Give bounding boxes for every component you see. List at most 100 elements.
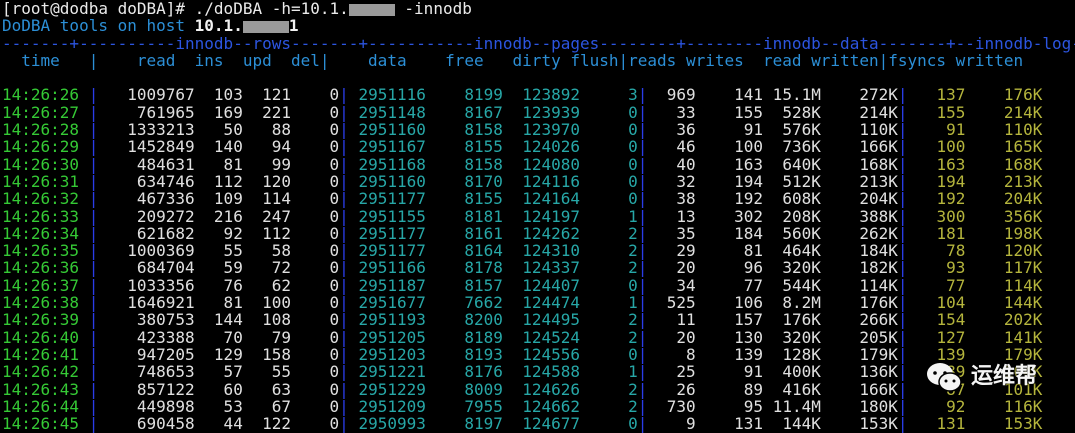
column-separator: |	[79, 85, 99, 105]
cell-written: 356K	[965, 206, 1043, 226]
cell-writes: 81	[695, 241, 764, 261]
cell-written: 184K	[820, 241, 898, 261]
cell-read: 528K	[763, 102, 821, 122]
column-separator: |	[79, 379, 99, 399]
cell-written: 168K	[965, 154, 1043, 174]
cell-data: 2951177	[348, 189, 426, 209]
cell-writes: 192	[695, 189, 764, 209]
cell-written: 266K	[820, 310, 898, 330]
cell-written: 141K	[965, 327, 1043, 347]
terminal-window[interactable]: [root@dodba doDBA]# ./doDBA -h=10.1. -in…	[2, 0, 1075, 433]
cell-upd: 120	[242, 171, 291, 191]
cell-del: 0	[291, 275, 340, 295]
column-separator: |	[897, 327, 908, 347]
cell-free: 8158	[425, 154, 503, 174]
table-row: 14:26:28 | 1333213 50 88 0| 2951160 8158…	[2, 121, 1073, 138]
column-separator: |	[79, 275, 99, 295]
cell-ins: 92	[194, 223, 243, 243]
cell-fsyncs: 154	[907, 310, 966, 330]
table-row: 14:26:36 | 684704 59 72 0| 2951166 8178 …	[2, 259, 1073, 276]
column-separator: |	[79, 102, 99, 122]
column-separator: |	[897, 362, 908, 382]
cell-writes: 194	[695, 171, 764, 191]
cell-time: 14:26:44	[2, 396, 80, 416]
cell-upd: 221	[242, 102, 291, 122]
column-separator: |	[79, 120, 99, 140]
column-separator: |	[897, 206, 908, 226]
cell-time: 14:26:28	[2, 120, 80, 140]
cell-del: 0	[291, 310, 340, 330]
cell-dirty: 123892	[502, 85, 580, 105]
cell-fsyncs: 163	[907, 154, 966, 174]
cell-read: 464K	[763, 241, 821, 261]
column-separator: |	[637, 171, 648, 191]
cell-ins: 76	[194, 275, 243, 295]
cell-reads: 36	[647, 120, 696, 140]
cell-free: 8189	[425, 327, 503, 347]
wechat-icon	[925, 361, 963, 393]
cell-dirty: 124407	[502, 275, 580, 295]
cell-read: 621682	[98, 223, 195, 243]
cell-writes: 131	[695, 414, 764, 433]
cell-flush: 2	[580, 258, 638, 278]
cell-read: 512K	[763, 171, 821, 191]
header-data: reads writes read written|	[628, 50, 889, 70]
column-separator: |	[897, 85, 908, 105]
cell-flush: 0	[580, 414, 638, 433]
cell-ins: 81	[194, 154, 243, 174]
cell-data: 2951116	[348, 85, 426, 105]
banner-text: DoDBA tools on host	[2, 16, 195, 36]
column-separator: |	[79, 223, 99, 243]
cell-upd: 158	[242, 344, 291, 364]
cell-time: 14:26:35	[2, 241, 80, 261]
cell-free: 7662	[425, 293, 503, 313]
cell-read: 947205	[98, 344, 195, 364]
cell-written: 202K	[965, 310, 1043, 330]
cell-dirty: 124026	[502, 137, 580, 157]
cell-upd: 63	[242, 379, 291, 399]
cell-ins: 70	[194, 327, 243, 347]
cell-time: 14:26:38	[2, 293, 80, 313]
cell-free: 8178	[425, 258, 503, 278]
column-separator: |	[79, 189, 99, 209]
cell-writes: 184	[695, 223, 764, 243]
cell-writes: 302	[695, 206, 764, 226]
cell-upd: 58	[242, 241, 291, 261]
cell-time: 14:26:30	[2, 154, 80, 174]
cell-flush: 0	[580, 137, 638, 157]
header-time: time |	[2, 50, 99, 70]
table-row: 14:26:27 | 761965 169 221 0| 2951148 816…	[2, 104, 1073, 121]
cell-written: 120K	[965, 241, 1043, 261]
cell-written: 144K	[965, 293, 1043, 313]
cell-written: 176K	[965, 85, 1043, 105]
column-separator: |	[79, 241, 99, 261]
column-separator: |	[339, 154, 349, 174]
cell-read: 416K	[763, 379, 821, 399]
cell-ins: 60	[194, 379, 243, 399]
table-row: 14:26:41 | 947205 129 158 0| 2951203 819…	[2, 346, 1073, 363]
cell-free: 8167	[425, 102, 503, 122]
cell-free: 8155	[425, 137, 503, 157]
cell-del: 0	[291, 102, 340, 122]
table-row: 14:26:43 | 857122 60 63 0| 2951229 8009 …	[2, 379, 1073, 399]
column-separator: |	[79, 344, 99, 364]
cell-reads: 33	[647, 102, 696, 122]
cell-fsyncs: 104	[907, 293, 966, 313]
cell-fsyncs: 77	[907, 275, 966, 295]
cell-flush: 0	[580, 102, 638, 122]
cell-data: 2950993	[348, 414, 426, 433]
cell-read: 8.2M	[763, 293, 821, 313]
cell-del: 0	[291, 120, 340, 140]
cell-written: 179K	[820, 344, 898, 364]
column-separator: |	[637, 137, 648, 157]
cell-flush: 1	[580, 206, 638, 226]
column-separator: |	[897, 414, 908, 433]
watermark: 运维帮	[925, 361, 1037, 393]
column-separator: |	[897, 344, 908, 364]
cell-read: 761965	[98, 102, 195, 122]
cell-writes: 139	[695, 344, 764, 364]
cell-upd: 247	[242, 206, 291, 226]
cell-upd: 67	[242, 396, 291, 416]
cell-dirty: 124662	[502, 396, 580, 416]
cell-read: 320K	[763, 258, 821, 278]
